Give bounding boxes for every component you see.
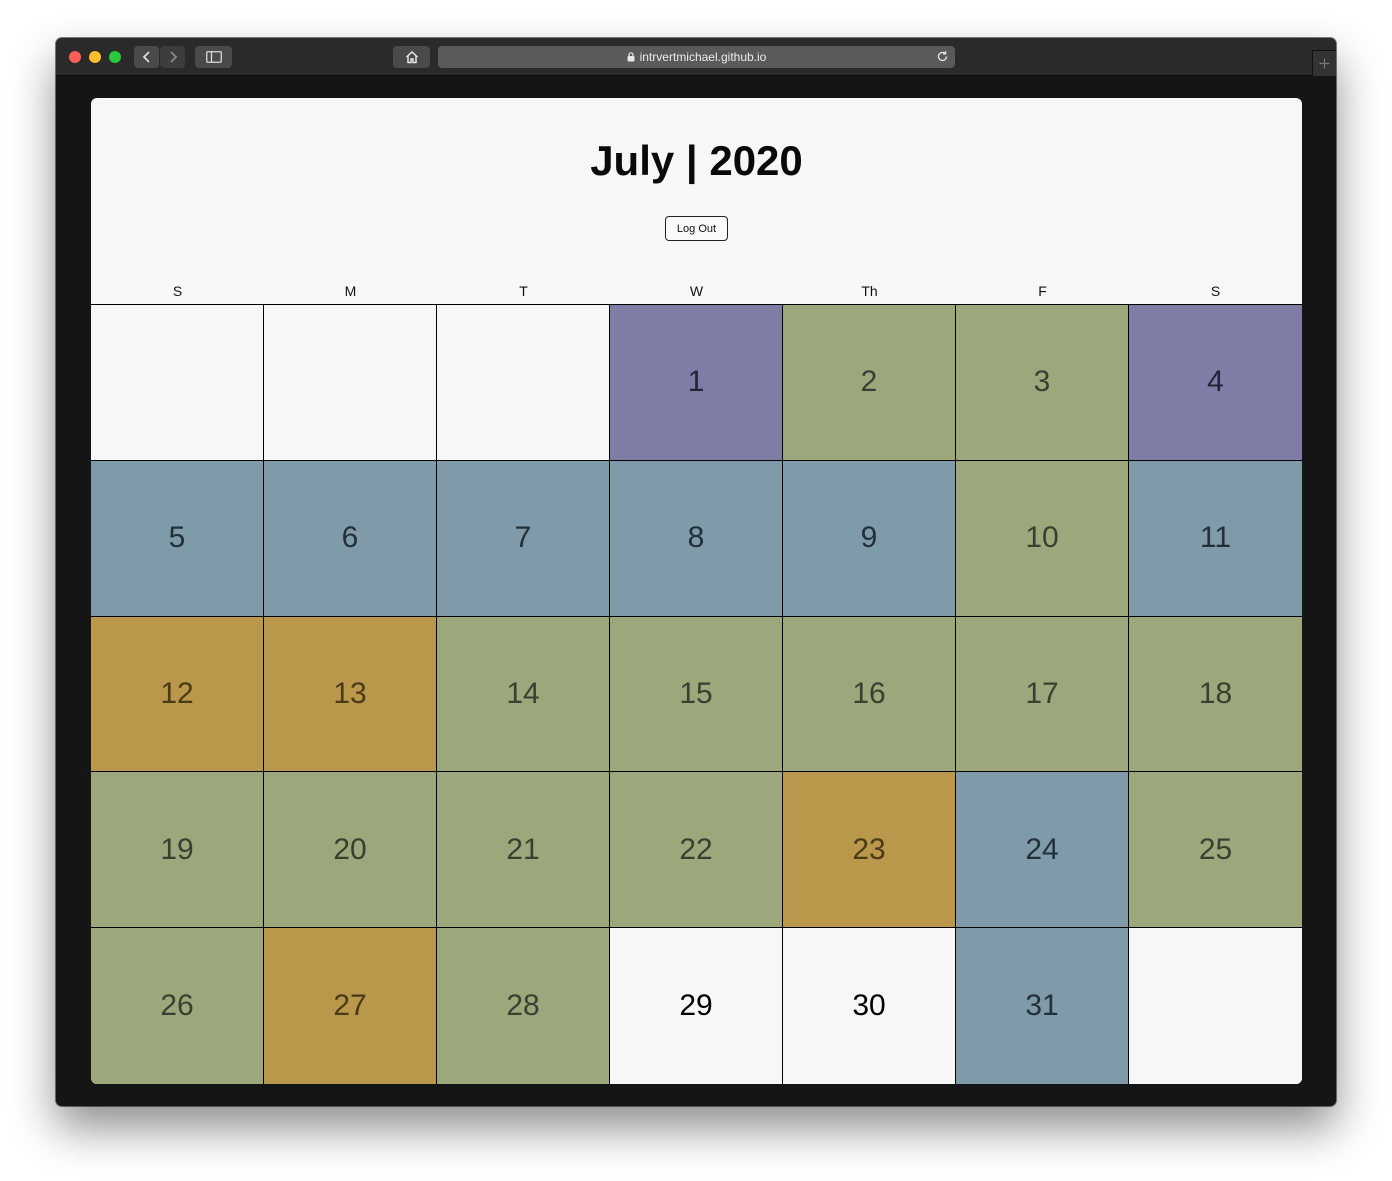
calendar-day[interactable]: 16: [783, 616, 956, 773]
day-number: 22: [679, 832, 713, 866]
calendar-day[interactable]: 31: [956, 928, 1129, 1084]
forward-button[interactable]: [160, 46, 185, 68]
sidebar-icon: [205, 51, 222, 63]
day-number: 12: [160, 676, 194, 710]
calendar-day[interactable]: 4: [1129, 305, 1302, 461]
day-number: 9: [860, 521, 878, 555]
day-number: 19: [160, 832, 194, 866]
back-button[interactable]: [134, 46, 159, 68]
day-number: 30: [852, 989, 886, 1023]
day-number: 16: [852, 676, 886, 710]
sidebar-toggle-button[interactable]: [195, 46, 232, 68]
day-number: 23: [852, 832, 886, 866]
day-number: 27: [333, 989, 367, 1023]
calendar-day[interactable]: 10: [956, 460, 1129, 617]
calendar-day[interactable]: 21: [437, 772, 610, 929]
calendar-day[interactable]: 1: [610, 305, 783, 461]
day-number: 15: [679, 676, 713, 710]
day-number: 8: [687, 521, 705, 555]
weekday-label: T: [519, 283, 528, 299]
day-number: 18: [1198, 676, 1233, 710]
calendar-day[interactable]: 18: [1129, 616, 1302, 773]
calendar-day[interactable]: 26: [91, 928, 264, 1084]
calendar-day[interactable]: 15: [610, 616, 783, 773]
day-number: 4: [1207, 365, 1224, 399]
calendar-day[interactable]: 2: [783, 305, 956, 461]
calendar-empty-cell: [437, 305, 610, 461]
new-tab-button[interactable]: [1312, 50, 1336, 76]
day-number: 25: [1198, 832, 1233, 866]
calendar-day[interactable]: 5: [91, 460, 264, 617]
day-number: 1: [687, 365, 705, 399]
day-number: 26: [160, 989, 194, 1023]
address-bar[interactable]: intrvertmichael.github.io: [438, 46, 955, 68]
weekday-label: S: [1210, 283, 1221, 299]
weekday-label: F: [1038, 283, 1047, 299]
calendar-grid: 1 2 3 4 5 6 7 8 9 10 11 12 13 14 15 16 17 18 19 20 21 22 23 24 2…: [91, 304, 1302, 1084]
calendar-day[interactable]: 29: [610, 928, 783, 1084]
day-number: 11: [1199, 521, 1232, 555]
calendar-day[interactable]: 3: [956, 305, 1129, 461]
day-number: 7: [514, 521, 532, 555]
day-number: 2: [860, 365, 878, 399]
weekday-label: Th: [861, 283, 878, 299]
calendar-day[interactable]: 24: [956, 772, 1129, 929]
weekday-label: W: [689, 283, 704, 299]
day-number: 5: [168, 521, 186, 555]
calendar-day[interactable]: 9: [783, 460, 956, 617]
day-number: 13: [333, 676, 367, 710]
address-text: intrvertmichael.github.io: [639, 50, 767, 64]
home-icon: [405, 50, 418, 64]
calendar-day[interactable]: 25: [1129, 772, 1302, 929]
home-button[interactable]: [393, 46, 430, 68]
calendar-day[interactable]: 20: [264, 772, 437, 929]
browser-titlebar: intrvertmichael.github.io: [56, 38, 1336, 76]
calendar-day[interactable]: 14: [437, 616, 610, 773]
plus-icon: [1319, 58, 1330, 69]
calendar-day[interactable]: 22: [610, 772, 783, 929]
calendar-day[interactable]: 8: [610, 460, 783, 617]
calendar-empty-cell: [91, 305, 264, 461]
lock-icon: [627, 52, 635, 62]
calendar-page: July | 2020 Log Out S M T W Th F S 1 2 3 4 5 6 7 8 9 10…: [91, 98, 1302, 1084]
day-number: 10: [1025, 521, 1059, 555]
day-number: 20: [333, 832, 367, 866]
day-number: 14: [506, 676, 540, 710]
reload-icon[interactable]: [936, 50, 949, 63]
day-number: 29: [679, 989, 713, 1023]
minimize-window-button[interactable]: [89, 51, 101, 63]
chevron-left-icon: [142, 51, 150, 63]
close-window-button[interactable]: [69, 51, 81, 63]
day-number: 17: [1025, 676, 1059, 710]
calendar-day[interactable]: 12: [91, 616, 264, 773]
day-number: 21: [506, 832, 540, 866]
browser-window: intrvertmichael.github.io July | 2020 Lo…: [56, 38, 1336, 1106]
day-number: 3: [1033, 365, 1051, 399]
page-title: July | 2020: [590, 137, 803, 184]
log-out-button[interactable]: Log Out: [665, 216, 728, 241]
calendar-day[interactable]: 7: [437, 460, 610, 617]
zoom-window-button[interactable]: [109, 51, 121, 63]
calendar-day[interactable]: 11: [1129, 460, 1302, 617]
chevron-right-icon: [169, 51, 177, 63]
weekday-label: S: [172, 283, 183, 299]
day-number: 6: [341, 521, 359, 555]
calendar-empty-cell: [264, 305, 437, 461]
calendar-day[interactable]: 17: [956, 616, 1129, 773]
calendar-day[interactable]: 28: [437, 928, 610, 1084]
calendar-day[interactable]: 13: [264, 616, 437, 773]
calendar-empty-cell: [1129, 928, 1302, 1084]
weekday-label: M: [344, 283, 357, 299]
calendar-day[interactable]: 30: [783, 928, 956, 1084]
weekday-header: S M T W Th F S: [91, 283, 1302, 303]
day-number: 31: [1025, 989, 1059, 1023]
day-number: 28: [506, 989, 540, 1023]
calendar-day[interactable]: 27: [264, 928, 437, 1084]
day-number: 24: [1025, 832, 1059, 866]
calendar-day[interactable]: 23: [783, 772, 956, 929]
calendar-day[interactable]: 6: [264, 460, 437, 617]
calendar-day[interactable]: 19: [91, 772, 264, 929]
